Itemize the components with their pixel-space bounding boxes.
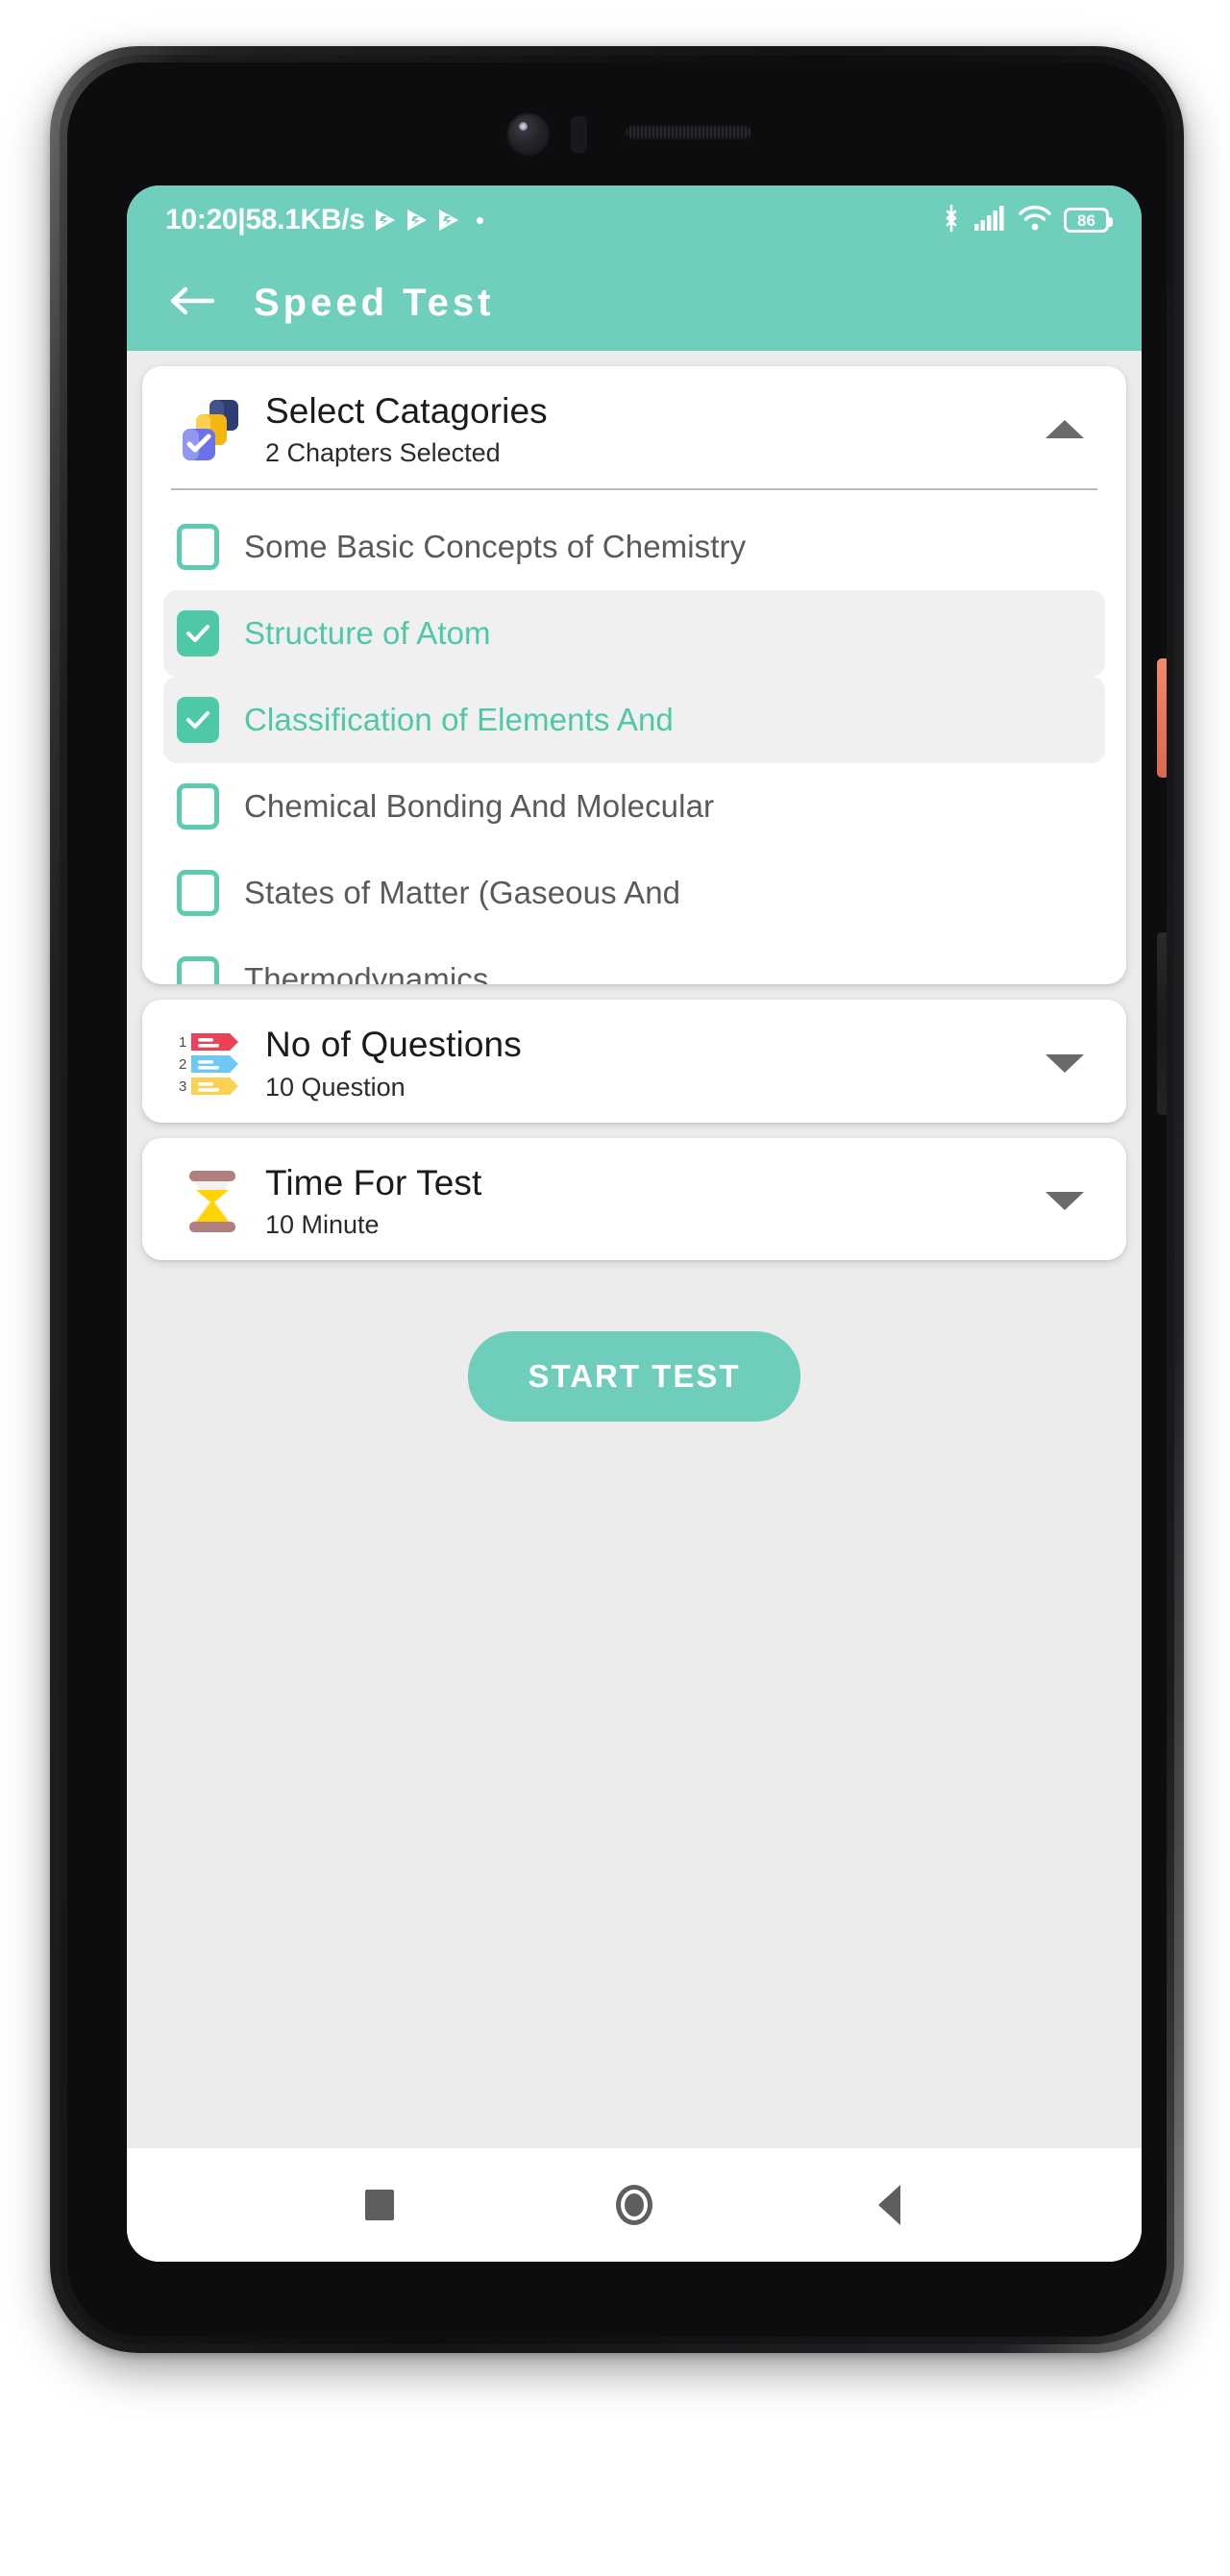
proximity-sensor-icon xyxy=(571,116,587,153)
recents-glyph xyxy=(364,2190,394,2220)
card-subtitle: 2 Chapters Selected xyxy=(265,438,501,468)
main-content: Select Catagories 2 Chapters Selected So… xyxy=(127,351,1142,2148)
status-dot-icon xyxy=(476,216,483,224)
list-item[interactable]: Some Basic Concepts of Chemistry xyxy=(163,504,1105,590)
back-glyph xyxy=(877,2185,900,2225)
checkbox-unchecked-icon[interactable] xyxy=(177,524,219,571)
cellular-signal-icon xyxy=(973,205,1006,236)
card-header-select-categories[interactable]: Select Catagories 2 Chapters Selected xyxy=(142,366,1126,488)
chevron-down-icon[interactable] xyxy=(1036,1034,1094,1092)
play-fast-icon-3 xyxy=(437,208,460,233)
wifi-icon xyxy=(1019,205,1051,236)
circle-home-icon[interactable] xyxy=(591,2162,677,2248)
bluetooth-icon xyxy=(942,204,961,237)
status-bar-clock-and-speed: 10:20|58.1KB/s xyxy=(165,204,365,236)
status-bar: 10:20|58.1KB/s 86 xyxy=(127,186,1142,255)
card-subtitle: 10 Question xyxy=(265,1072,406,1102)
list-item[interactable]: Chemical Bonding And Molecular xyxy=(163,763,1105,850)
list-item[interactable]: Structure of Atom xyxy=(163,590,1105,678)
play-fast-icon-2 xyxy=(406,208,429,233)
battery-level-text: 86 xyxy=(1077,211,1095,230)
play-fast-icon xyxy=(374,208,397,233)
card-no-of-questions: 1 2 3 No of Questions 10 Question xyxy=(142,1000,1126,1123)
front-camera-icon xyxy=(506,112,551,157)
hourglass-icon xyxy=(175,1164,250,1239)
checkbox-checked-icon[interactable] xyxy=(177,610,219,657)
card-time-for-test: Time For Test 10 Minute xyxy=(142,1137,1126,1261)
list-item[interactable]: Thermodynamics xyxy=(163,936,1105,985)
card-header-time-for-test[interactable]: Time For Test 10 Minute xyxy=(142,1138,1126,1260)
phone-body: 10:20|58.1KB/s 86 Speed Test Select Cata… xyxy=(67,62,1167,2337)
power-button[interactable] xyxy=(1157,658,1167,778)
volume-rocker-button[interactable] xyxy=(1157,932,1167,1115)
list-item-label: States of Matter (Gaseous And xyxy=(244,875,681,911)
network-speed-text: 58.1KB/s xyxy=(245,204,365,235)
square-recents-icon[interactable] xyxy=(336,2162,423,2248)
card-header-no-of-questions[interactable]: 1 2 3 No of Questions 10 Question xyxy=(142,1000,1126,1122)
card-subtitle: 10 Minute xyxy=(265,1209,380,1239)
svg-text:2: 2 xyxy=(179,1056,186,1073)
list-item[interactable]: States of Matter (Gaseous And xyxy=(163,850,1105,936)
chevron-up-glyph xyxy=(1046,420,1084,439)
checkbox-unchecked-icon[interactable] xyxy=(177,870,219,917)
clock-text: 10:20 xyxy=(165,204,238,235)
home-glyph xyxy=(615,2185,652,2225)
phone-screen: 10:20|58.1KB/s 86 Speed Test Select Cata… xyxy=(127,186,1142,2262)
list-item-label: Some Basic Concepts of Chemistry xyxy=(244,529,747,565)
triangle-back-icon[interactable] xyxy=(846,2162,932,2248)
checkbox-unchecked-icon[interactable] xyxy=(177,783,219,830)
page-title: Speed Test xyxy=(254,281,495,324)
card-header-text-group: No of Questions 10 Question xyxy=(265,1025,1036,1101)
status-bar-left: 10:20|58.1KB/s xyxy=(165,204,942,236)
stacked-squares-check-icon xyxy=(175,392,250,467)
checkbox-checked-icon[interactable] xyxy=(177,697,219,744)
start-test-button[interactable]: START TEST xyxy=(468,1331,800,1423)
phone-frame: 10:20|58.1KB/s 86 Speed Test Select Cata… xyxy=(50,46,1184,2353)
status-bar-right: 86 xyxy=(942,204,1113,237)
card-title: No of Questions xyxy=(265,1025,522,1065)
list-item-label: Classification of Elements And xyxy=(244,702,674,738)
chevron-down-icon[interactable] xyxy=(1036,1173,1094,1230)
checkbox-unchecked-icon[interactable] xyxy=(177,956,219,985)
chevron-down-glyph xyxy=(1046,1192,1084,1211)
list-item[interactable]: Classification of Elements And xyxy=(163,677,1105,764)
list-item-label: Structure of Atom xyxy=(244,615,491,652)
card-header-text-group: Time For Test 10 Minute xyxy=(265,1163,1036,1239)
arrow-left-icon xyxy=(169,285,215,322)
earpiece-speaker-icon xyxy=(626,125,752,139)
card-title: Select Catagories xyxy=(265,391,548,431)
android-navigation-bar xyxy=(127,2148,1142,2262)
start-button-container: START TEST xyxy=(142,1331,1126,1423)
card-select-categories: Select Catagories 2 Chapters Selected So… xyxy=(142,366,1126,985)
card-header-text-group: Select Catagories 2 Chapters Selected xyxy=(265,391,1036,467)
screenshot-root: 10:20|58.1KB/s 86 Speed Test Select Cata… xyxy=(0,0,1230,2576)
card-title: Time For Test xyxy=(265,1162,482,1202)
chapter-list[interactable]: Some Basic Concepts of Chemistry Structu… xyxy=(142,490,1126,985)
chevron-up-icon[interactable] xyxy=(1036,401,1094,458)
numbered-list-icon: 1 2 3 xyxy=(175,1026,250,1101)
app-bar: Speed Test xyxy=(127,255,1142,351)
chevron-down-glyph xyxy=(1046,1053,1084,1073)
list-item-label: Thermodynamics xyxy=(244,961,489,985)
list-item-label: Chemical Bonding And Molecular xyxy=(244,788,715,825)
battery-icon: 86 xyxy=(1064,208,1113,233)
phone-frame-inner-bezel: 10:20|58.1KB/s 86 Speed Test Select Cata… xyxy=(60,55,1174,2344)
svg-text:3: 3 xyxy=(179,1078,186,1095)
svg-text:1: 1 xyxy=(179,1034,186,1051)
back-button[interactable] xyxy=(165,276,219,330)
